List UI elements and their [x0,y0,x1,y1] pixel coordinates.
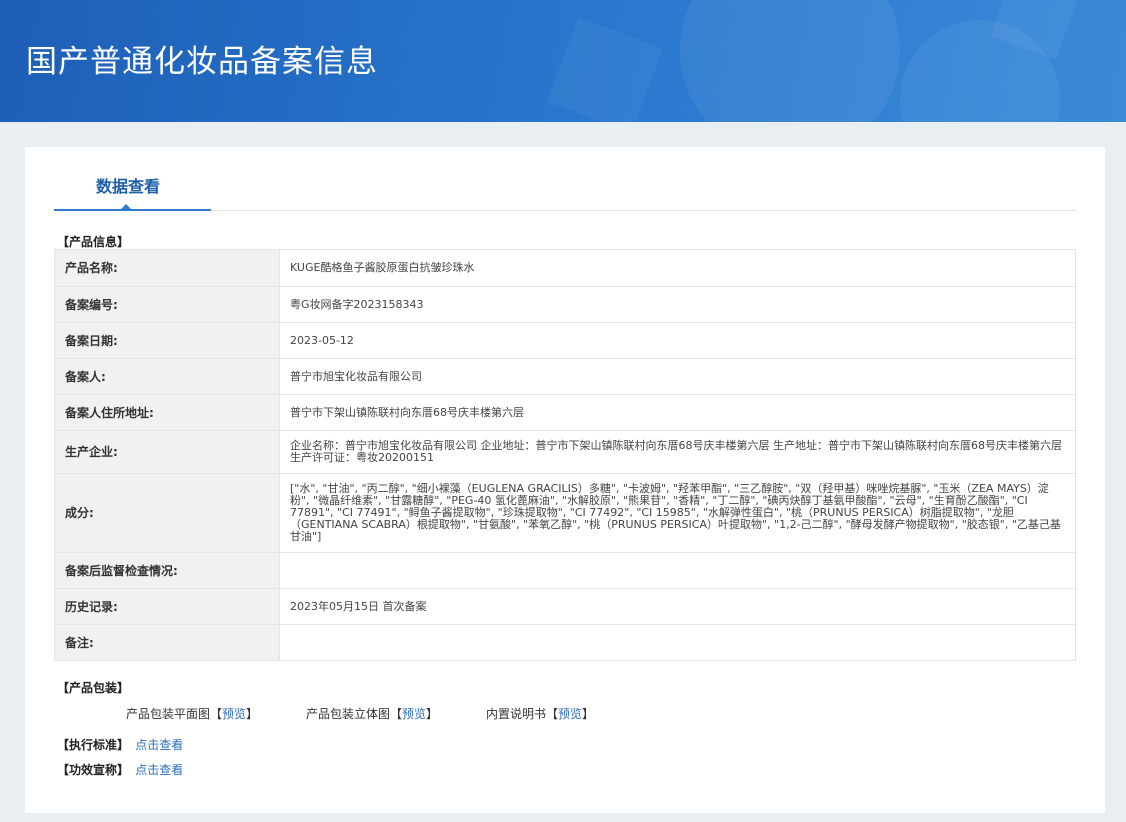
packaging-item: 产品包装平面图【预览】 [126,705,258,722]
tab-bar: 数据查看 [54,167,1076,211]
preview-link[interactable]: 预览 [222,707,246,721]
table-row: 生产企业: 企业名称：普宁市旭宝化妆品有限公司 企业地址：普宁市下架山镇陈联村向… [54,430,1076,474]
section-packaging: 【产品包装】 [57,681,130,695]
table-row: 备注: [54,624,1076,661]
table-row: 产品名称: KUGE酷格鱼子酱胶原蛋白抗皱珍珠水 [54,249,1076,287]
packaging-item-label: 产品包装立体图 [306,707,391,721]
row-label: 产品名称: [54,249,280,287]
efficacy-view-link[interactable]: 点击查看 [135,763,183,777]
tab-data-view[interactable]: 数据查看 [54,167,211,211]
row-label: 历史记录: [54,588,280,625]
banner-decoration [547,17,663,122]
row-label: 备案编号: [54,286,280,323]
section-product-info: 【产品信息】 [57,235,130,249]
table-row: 备案人: 普宁市旭宝化妆品有限公司 [54,358,1076,395]
section-standard: 【执行标准】 点击查看 [57,736,183,753]
standard-label: 【执行标准】 [57,738,130,752]
packaging-item: 产品包装立体图【预览】 [306,705,438,722]
bracket: 【 [390,707,403,721]
bracket: 】 [426,707,439,721]
row-label: 备注: [54,624,280,661]
row-label: 备案人: [54,358,280,395]
packaging-item-label: 产品包装平面图 [126,707,211,721]
bracket: 】 [246,707,259,721]
page-title: 国产普通化妆品备案信息 [26,44,378,80]
table-row: 历史记录: 2023年05月15日 首次备案 [54,588,1076,625]
row-value [279,624,1076,661]
row-label: 备案人住所地址: [54,394,280,431]
header-banner: 国产普通化妆品备案信息 [0,0,1126,122]
table-row: 备案人住所地址: 普宁市下架山镇陈联村向东厝68号庆丰楼第六层 [54,394,1076,431]
table-row: 成分: ["水", "甘油", "丙二醇", "细小裸藻（EUGLENA GRA… [54,473,1076,553]
row-value: 普宁市下架山镇陈联村向东厝68号庆丰楼第六层 [279,394,1076,431]
row-value: 企业名称：普宁市旭宝化妆品有限公司 企业地址：普宁市下架山镇陈联村向东厝68号庆… [279,430,1076,474]
row-label: 备案后监督检查情况: [54,552,280,589]
row-value [279,552,1076,589]
efficacy-label: 【功效宣称】 [57,763,130,777]
bracket: 【 [546,707,559,721]
table-row: 备案编号: 粤G妆网备字2023158343 [54,286,1076,323]
active-tab-caret-icon [120,204,132,210]
content-card: 数据查看 【产品信息】 产品名称: KUGE酷格鱼子酱胶原蛋白抗皱珍珠水 备案编… [25,147,1105,813]
preview-link[interactable]: 预览 [558,707,582,721]
preview-link[interactable]: 预览 [402,707,426,721]
bracket: 【 [210,707,223,721]
standard-view-link[interactable]: 点击查看 [135,738,183,752]
row-label: 成分: [54,473,280,553]
row-label: 备案日期: [54,322,280,359]
table-row: 备案日期: 2023-05-12 [54,322,1076,359]
section-efficacy: 【功效宣称】 点击查看 [57,761,183,778]
tab-label: 数据查看 [96,177,161,196]
table-row: 备案后监督检查情况: [54,552,1076,589]
bracket: 】 [582,707,595,721]
row-value: 2023年05月15日 首次备案 [279,588,1076,625]
row-label: 生产企业: [54,430,280,474]
row-value: KUGE酷格鱼子酱胶原蛋白抗皱珍珠水 [279,249,1076,287]
row-value: ["水", "甘油", "丙二醇", "细小裸藻（EUGLENA GRACILI… [279,473,1076,553]
row-value: 2023-05-12 [279,322,1076,359]
banner-decoration [680,0,900,122]
packaging-item-label: 内置说明书 [486,707,547,721]
row-value: 普宁市旭宝化妆品有限公司 [279,358,1076,395]
packaging-item: 内置说明书【预览】 [486,705,594,722]
row-value: 粤G妆网备字2023158343 [279,286,1076,323]
product-info-table: 产品名称: KUGE酷格鱼子酱胶原蛋白抗皱珍珠水 备案编号: 粤G妆网备字202… [54,249,1076,661]
